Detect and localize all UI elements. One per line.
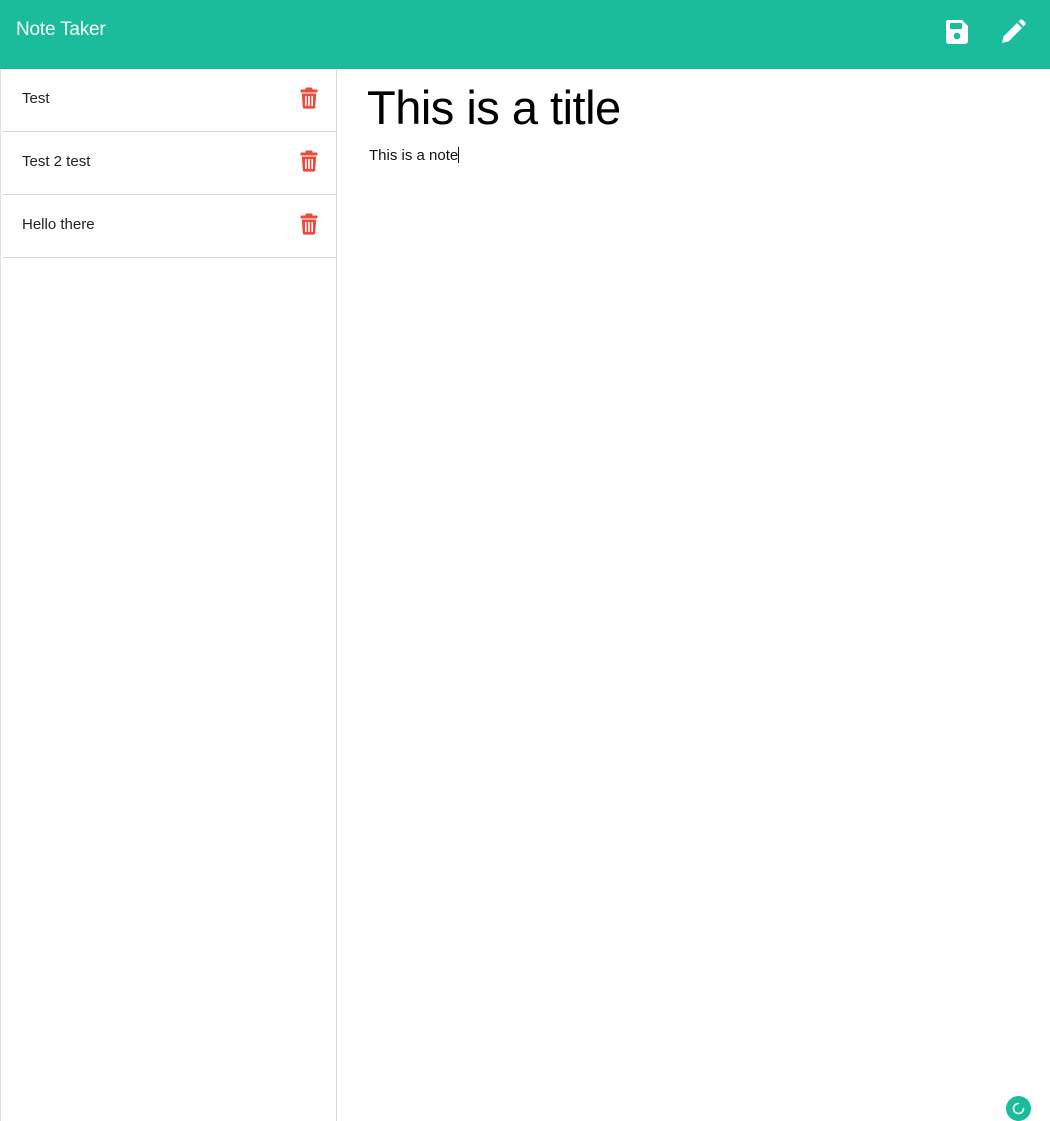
new-note-button[interactable] <box>1000 18 1026 46</box>
note-editor: This is a note <box>337 69 1050 1121</box>
trash-icon <box>300 213 318 235</box>
pencil-icon <box>1002 19 1026 43</box>
loading-spinner-icon <box>1012 1102 1025 1115</box>
notes-sidebar: Test Test 2 test Hello there <box>0 69 337 1121</box>
trash-icon <box>300 150 318 172</box>
status-indicator[interactable] <box>1006 1096 1031 1121</box>
note-list-title[interactable]: Test <box>22 90 50 107</box>
navbar: Note Taker <box>0 0 1050 69</box>
floppy-disk-icon <box>945 20 968 44</box>
list-item[interactable]: Hello there <box>3 195 336 258</box>
delete-note-button[interactable] <box>300 213 318 235</box>
note-title-input[interactable] <box>367 77 1027 137</box>
note-textarea[interactable]: This is a note <box>369 147 460 164</box>
note-list-title[interactable]: Hello there <box>22 216 95 233</box>
note-text: This is a note <box>369 147 459 164</box>
trash-icon <box>300 87 318 109</box>
brand-title[interactable]: Note Taker <box>16 19 106 41</box>
delete-note-button[interactable] <box>300 150 318 172</box>
text-caret <box>458 147 460 163</box>
save-note-button[interactable] <box>944 18 970 46</box>
delete-note-button[interactable] <box>300 87 318 109</box>
list-item[interactable]: Test <box>3 69 336 132</box>
note-list-title[interactable]: Test 2 test <box>22 153 90 170</box>
note-list: Test Test 2 test Hello there <box>3 69 336 258</box>
list-item[interactable]: Test 2 test <box>3 132 336 195</box>
